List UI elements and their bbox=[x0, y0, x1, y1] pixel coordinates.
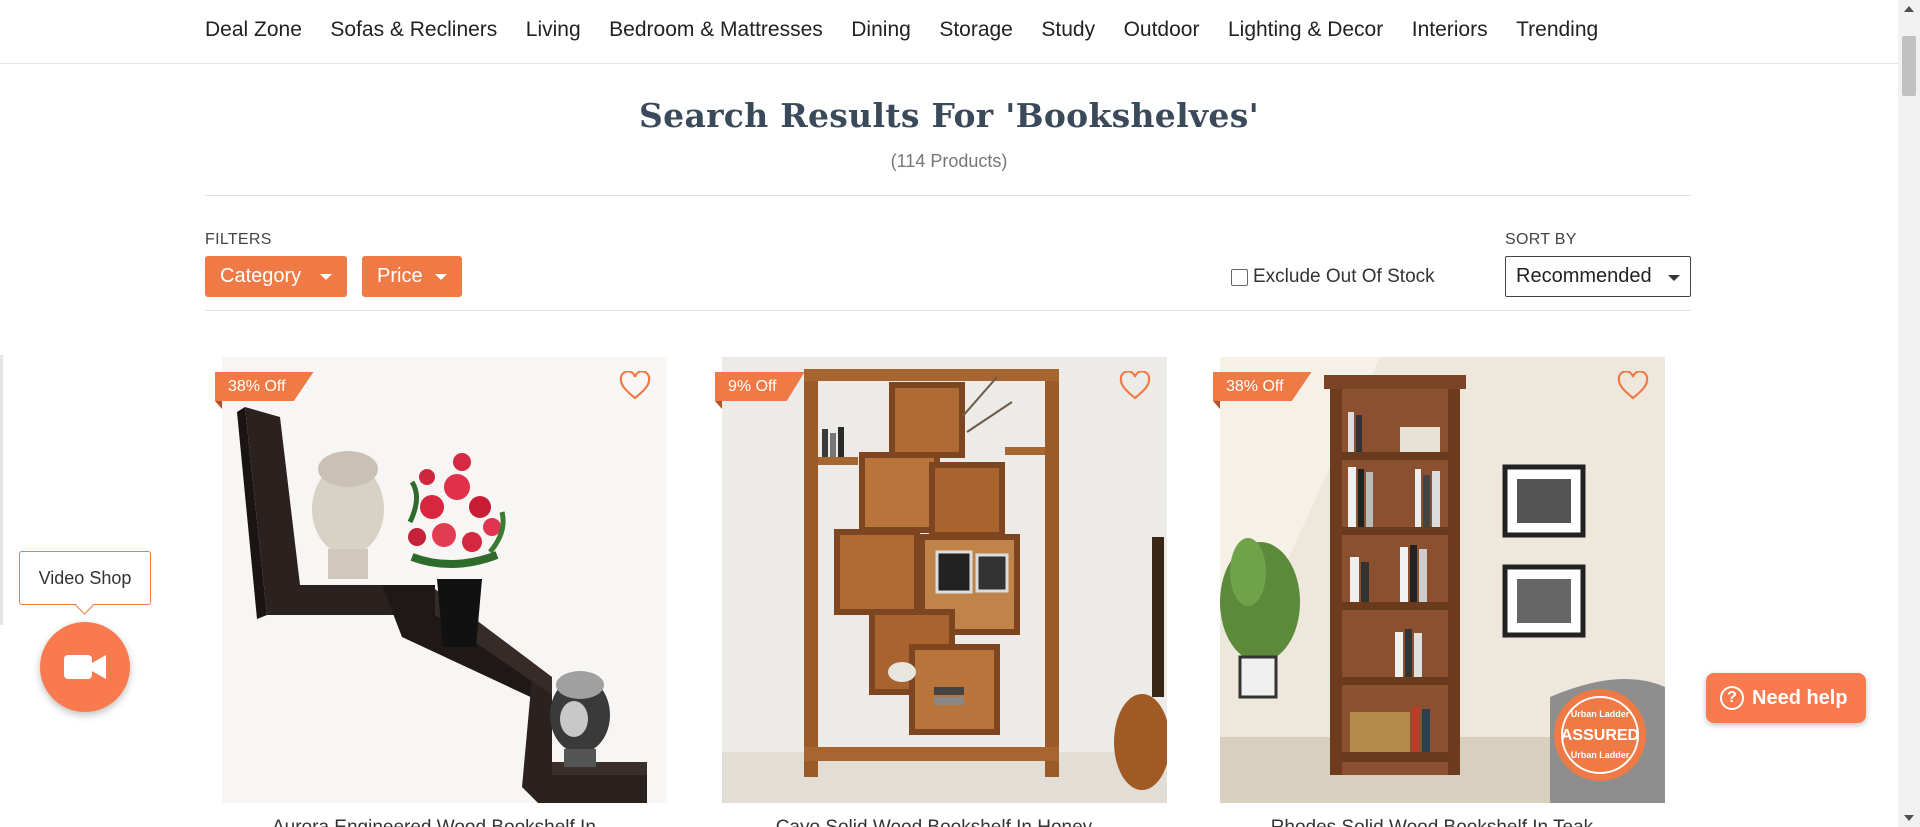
caret-down-icon bbox=[320, 274, 332, 280]
nav-item-study[interactable]: Study bbox=[1041, 18, 1095, 42]
badge-fold bbox=[1213, 401, 1220, 409]
filters-label: FILTERS bbox=[205, 231, 272, 248]
top-navigation: Deal Zone Sofas & Recliners Living Bedro… bbox=[0, 0, 1898, 64]
product-image[interactable] bbox=[722, 357, 1167, 803]
assured-badge-icon: Urban Ladder ASSURED Urban Ladder bbox=[1554, 689, 1646, 781]
search-results-title: Search Results For 'Bookshelves' bbox=[639, 96, 1259, 135]
product-count: (114 Products) bbox=[890, 151, 1008, 171]
nav-item-outdoor[interactable]: Outdoor bbox=[1124, 18, 1200, 42]
tall-wooden-bookshelf-image: Urban Ladder ASSURED Urban Ladder bbox=[1220, 357, 1665, 803]
sort-by-select[interactable]: Recommended bbox=[1505, 256, 1691, 297]
assured-badge-main-text: ASSURED bbox=[1561, 727, 1639, 744]
product-image[interactable] bbox=[222, 357, 667, 803]
nav-item-bedroom-mattresses[interactable]: Bedroom & Mattresses bbox=[609, 18, 823, 42]
scrollbar-thumb[interactable] bbox=[1902, 36, 1916, 96]
caret-down-icon bbox=[435, 274, 447, 280]
need-help-button[interactable]: ? Need help bbox=[1706, 673, 1866, 723]
sort-selected-value: Recommended bbox=[1516, 265, 1652, 287]
page-scrollbar[interactable] bbox=[1898, 0, 1920, 827]
price-filter-label: Price bbox=[377, 265, 423, 287]
category-filter-button[interactable]: Category bbox=[205, 256, 347, 297]
nav-item-storage[interactable]: Storage bbox=[939, 18, 1013, 42]
badge-fold bbox=[215, 401, 222, 409]
wishlist-heart-icon[interactable] bbox=[1617, 371, 1649, 401]
wooden-cube-bookshelf-image bbox=[722, 357, 1167, 803]
video-shop-label[interactable]: Video Shop bbox=[19, 551, 151, 605]
video-shop-button[interactable] bbox=[40, 622, 130, 712]
nav-item-trending[interactable]: Trending bbox=[1516, 18, 1598, 42]
caret-down-icon bbox=[1668, 275, 1680, 281]
zigzag-wall-shelf-image bbox=[222, 357, 667, 803]
assured-badge-bottom-text: Urban Ladder bbox=[1571, 750, 1630, 760]
price-filter-button[interactable]: Price bbox=[362, 256, 462, 297]
filter-divider bbox=[205, 310, 1691, 311]
category-menu: Deal Zone Sofas & Recliners Living Bedro… bbox=[205, 0, 1627, 60]
sort-by-label: SORT BY bbox=[1505, 231, 1577, 248]
product-name[interactable]: Rhodes Solid Wood Bookshelf In Teak ... bbox=[1220, 817, 1665, 827]
product-image[interactable]: Urban Ladder ASSURED Urban Ladder bbox=[1220, 357, 1665, 803]
wishlist-heart-icon[interactable] bbox=[619, 371, 651, 401]
assured-badge-top-text: Urban Ladder bbox=[1571, 709, 1630, 719]
header-divider bbox=[205, 195, 1691, 196]
nav-item-lighting-decor[interactable]: Lighting & Decor bbox=[1228, 18, 1383, 42]
need-help-label: Need help bbox=[1752, 686, 1848, 709]
exclude-out-of-stock-toggle[interactable]: Exclude Out Of Stock bbox=[1231, 266, 1435, 288]
video-camera-icon bbox=[64, 655, 106, 679]
exclude-out-of-stock-label: Exclude Out Of Stock bbox=[1253, 266, 1435, 287]
wishlist-heart-icon[interactable] bbox=[1119, 371, 1151, 401]
help-question-icon: ? bbox=[1720, 686, 1744, 710]
nav-item-deal-zone[interactable]: Deal Zone bbox=[205, 18, 302, 42]
left-edge-tab bbox=[0, 355, 3, 625]
scroll-up-arrow-icon[interactable] bbox=[1904, 6, 1914, 12]
exclude-out-of-stock-checkbox[interactable] bbox=[1231, 268, 1248, 286]
badge-fold bbox=[715, 401, 722, 409]
nav-item-living[interactable]: Living bbox=[526, 18, 581, 42]
scroll-down-arrow-icon[interactable] bbox=[1904, 815, 1914, 821]
nav-item-interiors[interactable]: Interiors bbox=[1412, 18, 1488, 42]
category-filter-label: Category bbox=[220, 265, 302, 287]
nav-item-sofas-recliners[interactable]: Sofas & Recliners bbox=[330, 18, 497, 42]
product-card[interactable]: 38% Off Aurora Engineered Wood Bookshelf… bbox=[215, 357, 667, 827]
product-card[interactable]: Urban Ladder ASSURED Urban Ladder 38% Of… bbox=[1213, 357, 1665, 827]
product-name[interactable]: Aurora Engineered Wood Bookshelf In ... bbox=[222, 817, 667, 827]
product-card[interactable]: 9% Off Cayo Solid Wood Bookshelf In Hone… bbox=[715, 357, 1167, 827]
nav-item-dining[interactable]: Dining bbox=[851, 18, 911, 42]
product-name[interactable]: Cayo Solid Wood Bookshelf In Honey ... bbox=[722, 817, 1167, 827]
